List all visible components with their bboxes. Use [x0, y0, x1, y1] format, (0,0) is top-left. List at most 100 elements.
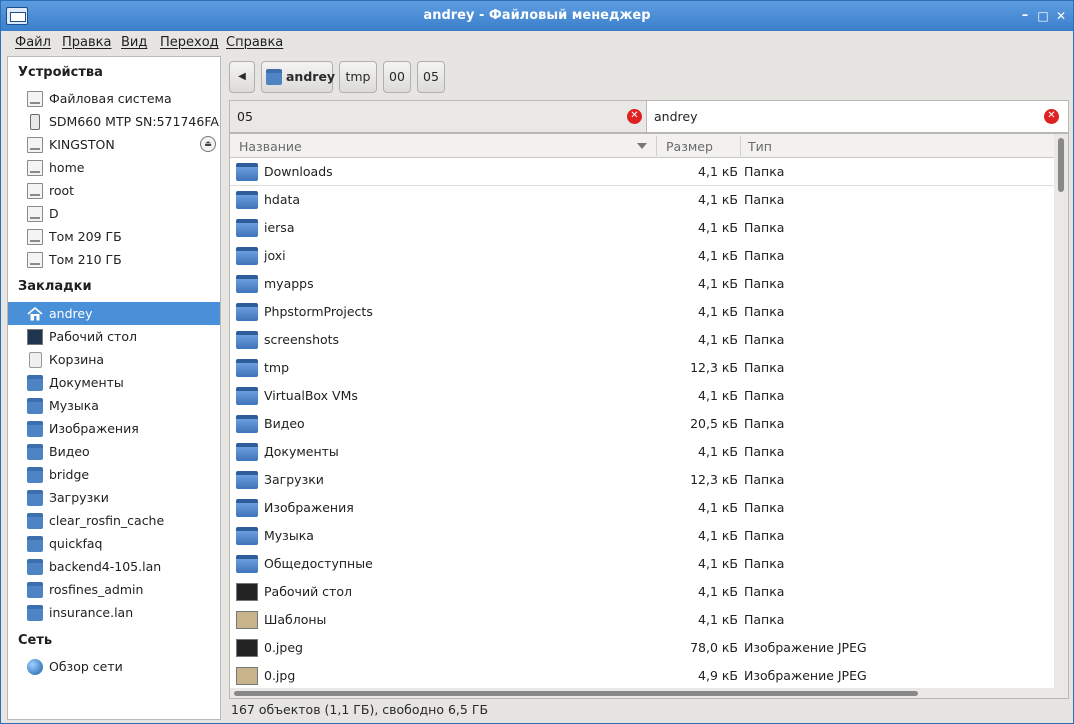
menu-go[interactable]: Переход — [160, 35, 219, 50]
bookmark-item-desktop[interactable]: Рабочий стол — [8, 325, 220, 348]
file-size: 4,1 кБ — [698, 192, 738, 207]
file-row[interactable]: Рабочий стол 4,1 кБ Папка — [230, 578, 1054, 606]
file-name: Шаблоны — [264, 612, 327, 627]
bookmark-item-downloads[interactable]: Загрузки — [8, 486, 220, 509]
menu-help[interactable]: Справка — [226, 35, 283, 50]
bookmark-item-andrey[interactable]: andrey — [8, 302, 220, 325]
bookmark-item-video[interactable]: Видео — [8, 440, 220, 463]
file-name: joxi — [264, 248, 286, 263]
file-type: Папка — [744, 612, 785, 627]
file-type: Папка — [744, 304, 785, 319]
device-item-d[interactable]: D — [8, 202, 220, 225]
drive-icon — [27, 137, 43, 153]
file-row[interactable]: Видео 20,5 кБ Папка — [230, 410, 1054, 438]
crumb-andrey[interactable]: andrey — [261, 61, 335, 93]
device-item-home[interactable]: home — [8, 156, 220, 179]
close-tab-icon[interactable]: ✕ — [1044, 109, 1059, 124]
file-row[interactable]: Документы 4,1 кБ Папка — [230, 438, 1054, 466]
folder-video-icon — [236, 415, 258, 433]
crumb-05[interactable]: 05 — [417, 61, 445, 93]
file-name: screenshots — [264, 332, 340, 347]
file-row[interactable]: Шаблоны 4,1 кБ Папка — [230, 606, 1054, 634]
file-type: Папка — [744, 416, 785, 431]
column-name[interactable]: Название — [239, 139, 302, 154]
folder-icon — [27, 398, 43, 414]
tab-andrey[interactable]: andrey ✕ — [647, 101, 1068, 132]
close-tab-icon[interactable]: ✕ — [627, 109, 642, 124]
device-item-volume-209[interactable]: Том 209 ГБ — [8, 225, 220, 248]
file-row[interactable]: 0.jpeg 78,0 кБ Изображение JPEG — [230, 634, 1054, 662]
file-type: Папка — [744, 248, 785, 263]
close-button[interactable]: ✕ — [1053, 8, 1069, 24]
device-item-filesystem[interactable]: Файловая система — [8, 87, 220, 110]
file-type: Папка — [744, 472, 785, 487]
bookmark-item-bridge[interactable]: bridge — [8, 463, 220, 486]
file-row[interactable]: iersa 4,1 кБ Папка — [230, 214, 1054, 242]
bookmark-label: insurance.lan — [49, 605, 134, 620]
file-row[interactable]: Downloads 4,1 кБ Папка — [230, 158, 1054, 186]
vertical-scroll-thumb[interactable] — [1058, 138, 1064, 192]
file-size: 4,1 кБ — [698, 332, 738, 347]
file-size: 4,1 кБ — [698, 220, 738, 235]
file-row[interactable]: joxi 4,1 кБ Папка — [230, 242, 1054, 270]
column-separator[interactable] — [656, 136, 657, 156]
back-button[interactable]: ◀ — [229, 61, 255, 93]
vertical-scrollbar[interactable] — [1054, 134, 1068, 698]
file-size: 4,1 кБ — [698, 444, 738, 459]
bookmark-item-pictures[interactable]: Изображения — [8, 417, 220, 440]
bookmark-item-quickfaq[interactable]: quickfaq — [8, 532, 220, 555]
maximize-button[interactable]: □ — [1035, 8, 1051, 24]
tab-05[interactable]: 05 ✕ — [230, 101, 647, 132]
bookmark-item-trash[interactable]: Корзина — [8, 348, 220, 371]
file-row[interactable]: hdata 4,1 кБ Папка — [230, 186, 1054, 214]
file-row[interactable]: PhpstormProjects 4,1 кБ Папка — [230, 298, 1054, 326]
file-name: Рабочий стол — [264, 584, 352, 599]
column-separator[interactable] — [740, 136, 741, 156]
file-row[interactable]: myapps 4,1 кБ Папка — [230, 270, 1054, 298]
file-row[interactable]: Общедоступные 4,1 кБ Папка — [230, 550, 1054, 578]
minimize-button[interactable]: – — [1017, 8, 1033, 24]
eject-icon[interactable]: ⏏ — [200, 136, 216, 152]
file-size: 4,1 кБ — [698, 388, 738, 403]
menu-edit[interactable]: Правка — [62, 35, 111, 50]
device-item-root[interactable]: root — [8, 179, 220, 202]
file-row[interactable]: 0.jpg 4,9 кБ Изображение JPEG — [230, 662, 1054, 690]
file-row[interactable]: screenshots 4,1 кБ Папка — [230, 326, 1054, 354]
horizontal-scrollbar[interactable] — [230, 688, 1068, 698]
bookmark-item-rosfines-admin[interactable]: rosfines_admin — [8, 578, 220, 601]
device-label: D — [49, 206, 59, 221]
menu-view[interactable]: Вид — [121, 35, 147, 50]
horizontal-scroll-thumb[interactable] — [234, 691, 918, 696]
tab-label: 05 — [237, 109, 253, 124]
title-bar[interactable]: andrey - Файловый менеджер – □ ✕ — [1, 1, 1073, 31]
file-type: Папка — [744, 500, 785, 515]
bookmark-label: Изображения — [49, 421, 139, 436]
folder-icon — [236, 219, 258, 237]
home-icon — [27, 306, 43, 321]
bookmark-item-music[interactable]: Музыка — [8, 394, 220, 417]
folder-icon — [236, 191, 258, 209]
column-type[interactable]: Тип — [748, 139, 772, 154]
folder-pictures-icon — [236, 499, 258, 517]
bookmark-item-backend4[interactable]: backend4-105.lan — [8, 555, 220, 578]
column-size[interactable]: Размер — [666, 139, 713, 154]
crumb-00[interactable]: 00 — [383, 61, 411, 93]
crumb-tmp[interactable]: tmp — [339, 61, 377, 93]
file-size: 4,1 кБ — [698, 500, 738, 515]
device-item-volume-210[interactable]: Том 210 ГБ — [8, 248, 220, 271]
file-row[interactable]: tmp 12,3 кБ Папка — [230, 354, 1054, 382]
bookmark-item-clear-rosfin-cache[interactable]: clear_rosfin_cache — [8, 509, 220, 532]
file-row[interactable]: Загрузки 12,3 кБ Папка — [230, 466, 1054, 494]
file-row[interactable]: Изображения 4,1 кБ Папка — [230, 494, 1054, 522]
network-item-browse[interactable]: Обзор сети — [8, 655, 220, 678]
menu-file[interactable]: Файл — [15, 35, 51, 50]
bookmark-label: quickfaq — [49, 536, 103, 551]
device-item-phone[interactable]: SDM660 MTP SN:571746FA — [8, 110, 220, 133]
file-row[interactable]: VirtualBox VMs 4,1 кБ Папка — [230, 382, 1054, 410]
file-row[interactable]: Музыка 4,1 кБ Папка — [230, 522, 1054, 550]
bookmark-item-documents[interactable]: Документы — [8, 371, 220, 394]
device-item-kingston[interactable]: KINGSTON ⏏ — [8, 133, 220, 156]
device-label: Файловая система — [49, 91, 172, 106]
sort-descending-icon[interactable] — [637, 143, 647, 149]
bookmark-item-insurance[interactable]: insurance.lan — [8, 601, 220, 624]
